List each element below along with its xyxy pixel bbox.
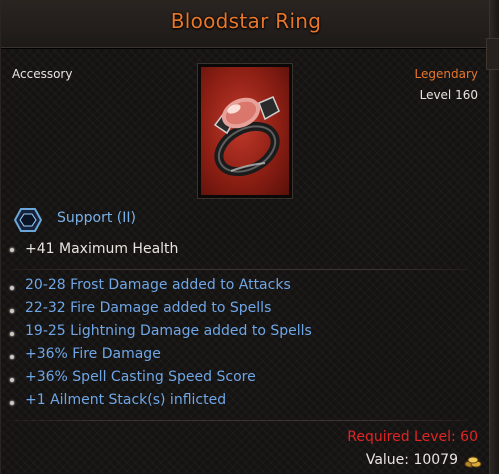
affix-stat: 19-25 Lightning Damage added to Spells [25, 323, 312, 339]
support-label: Support (II) [57, 210, 136, 226]
stat-bullet [10, 378, 14, 382]
stat-bullet [10, 286, 14, 290]
tooltip-header: Bloodstar Ring [1, 0, 491, 48]
item-tooltip: Bloodstar Ring Accessory Legendary Level… [0, 0, 499, 474]
affix-stat: +1 Ailment Stack(s) inflicted [25, 392, 227, 408]
item-name: Bloodstar Ring [170, 9, 322, 33]
frame-notch [486, 38, 499, 70]
stat-bullet [10, 401, 14, 405]
hexagon-gem-icon [14, 208, 42, 232]
item-rarity: Legendary [414, 67, 478, 81]
affix-stat: 22-32 Fire Damage added to Spells [25, 300, 272, 316]
gold-coins-icon [464, 456, 482, 468]
stat-bullet [10, 309, 14, 313]
affix-stat: 20-28 Frost Damage added to Attacks [25, 277, 291, 293]
stat-bullet [10, 332, 14, 336]
item-level: Level 160 [419, 88, 478, 102]
ring-icon [201, 67, 289, 195]
item-value: Value: 10079 [365, 452, 458, 468]
required-level: Required Level: 60 [347, 429, 478, 445]
stat-divider [11, 269, 467, 270]
stat-divider [11, 420, 467, 421]
item-type: Accessory [12, 67, 73, 81]
item-icon-frame [197, 63, 293, 199]
affix-stat: +36% Fire Damage [25, 346, 161, 362]
base-stat: +41 Maximum Health [25, 241, 179, 257]
stat-bullet [10, 355, 14, 359]
frame-edge [489, 0, 499, 474]
stat-bullet [10, 248, 14, 252]
affix-stat: +36% Spell Casting Speed Score [25, 369, 256, 385]
